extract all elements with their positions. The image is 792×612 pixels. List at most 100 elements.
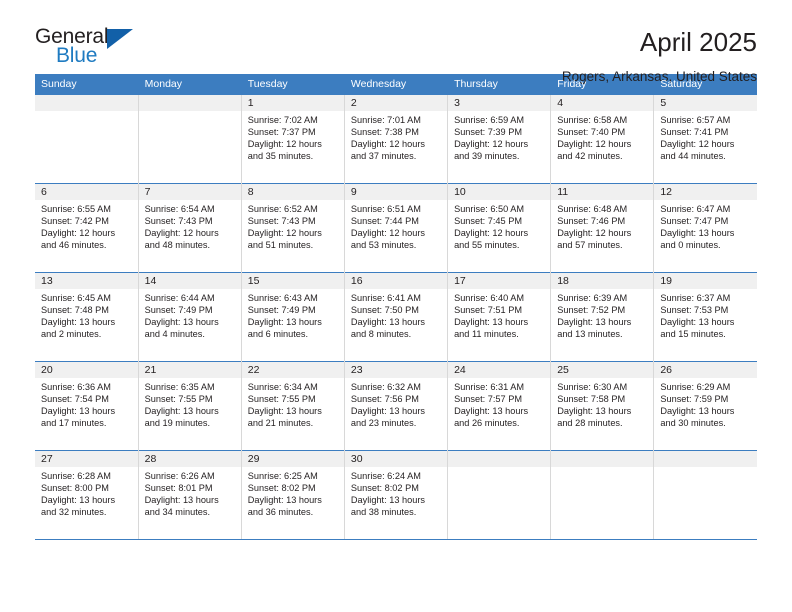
daylight-text-line1: Daylight: 13 hours xyxy=(660,228,735,239)
sunrise-text: Sunrise: 6:43 AM xyxy=(247,293,318,303)
day-number: 18 xyxy=(551,273,654,289)
calendar-day-cell[interactable]: 4 Sunrise: 6:58 AM Sunset: 7:40 PM Daylight… xyxy=(550,94,655,184)
day-details: Sunrise: 6:40 AM Sunset: 7:51 PM Daylight:… xyxy=(448,289,550,340)
sunrise-text: Sunrise: 6:34 AM xyxy=(247,382,318,392)
day-details: Sunrise: 6:34 AM Sunset: 7:55 PM Daylight:… xyxy=(242,378,344,429)
sunset-text: Sunset: 7:59 PM xyxy=(660,394,729,405)
daylight-text-line2: and 35 minutes. xyxy=(247,151,314,162)
sunrise-text: Sunrise: 6:52 AM xyxy=(247,204,318,214)
day-details: Sunrise: 6:26 AM Sunset: 8:01 PM Daylight:… xyxy=(139,467,241,518)
calendar-day-cell[interactable]: 20 Sunrise: 6:36 AM Sunset: 7:54 PM Dayligh… xyxy=(35,361,139,451)
calendar-day-cell[interactable]: 1 Sunrise: 7:02 AM Sunset: 7:37 PM Daylight… xyxy=(241,94,345,184)
calendar-day-cell[interactable]: 26 Sunrise: 6:29 AM Sunset: 7:59 PM Dayligh… xyxy=(653,361,757,451)
day-number: 22 xyxy=(241,362,344,378)
weekday-header-wednesday: Wednesday xyxy=(344,74,449,95)
sunset-text: Sunset: 7:57 PM xyxy=(454,394,522,405)
calendar-day-cell[interactable]: 16 Sunrise: 6:41 AM Sunset: 7:50 PM Dayligh… xyxy=(344,272,449,362)
day-details: Sunrise: 6:48 AM Sunset: 7:46 PM Daylight:… xyxy=(551,200,653,251)
calendar-day-cell[interactable]: 12 Sunrise: 6:47 AM Sunset: 7:47 PM Dayligh… xyxy=(653,183,757,273)
day-details: Sunrise: 6:29 AM Sunset: 7:59 PM Daylight:… xyxy=(654,378,757,429)
calendar-day-cell[interactable]: 25 Sunrise: 6:30 AM Sunset: 7:58 PM Dayligh… xyxy=(550,361,655,451)
daylight-text-line1: Daylight: 13 hours xyxy=(660,317,735,328)
calendar-day-cell-empty xyxy=(35,94,139,184)
sunrise-text: Sunrise: 6:47 AM xyxy=(660,204,731,214)
daylight-text-line2: and 21 minutes. xyxy=(247,418,314,429)
daylight-text-line1: Daylight: 12 hours xyxy=(247,139,322,150)
day-details: Sunrise: 6:31 AM Sunset: 7:57 PM Daylight:… xyxy=(448,378,550,429)
day-number: 1 xyxy=(241,95,344,111)
calendar-day-cell-empty xyxy=(138,94,242,184)
day-details: Sunrise: 6:58 AM Sunset: 7:40 PM Daylight:… xyxy=(551,111,653,162)
daylight-text-line1: Daylight: 13 hours xyxy=(350,495,425,506)
day-details: Sunrise: 6:55 AM Sunset: 7:42 PM Daylight:… xyxy=(35,200,138,251)
sunrise-text: Sunrise: 6:29 AM xyxy=(660,382,731,392)
calendar-day-cell[interactable]: 10 Sunrise: 6:50 AM Sunset: 7:45 PM Dayligh… xyxy=(447,183,552,273)
daylight-text-line1: Daylight: 12 hours xyxy=(454,139,529,150)
day-number: 29 xyxy=(241,451,344,467)
calendar-day-cell[interactable]: 29 Sunrise: 6:25 AM Sunset: 8:02 PM Dayligh… xyxy=(241,450,345,540)
day-number: 14 xyxy=(138,273,241,289)
day-details: Sunrise: 7:01 AM Sunset: 7:38 PM Daylight:… xyxy=(345,111,447,162)
weekday-header-sunday: Sunday xyxy=(35,74,139,95)
day-details: Sunrise: 6:59 AM Sunset: 7:39 PM Daylight:… xyxy=(448,111,550,162)
sunrise-text: Sunrise: 6:48 AM xyxy=(557,204,628,214)
sunset-text: Sunset: 7:54 PM xyxy=(41,394,109,405)
day-number: 17 xyxy=(448,273,551,289)
day-number: 15 xyxy=(241,273,344,289)
calendar-day-cell[interactable]: 13 Sunrise: 6:45 AM Sunset: 7:48 PM Dayligh… xyxy=(35,272,139,362)
sunrise-text: Sunrise: 6:39 AM xyxy=(557,293,628,303)
daylight-text-line1: Daylight: 13 hours xyxy=(247,495,322,506)
daylight-text-line2: and 53 minutes. xyxy=(350,240,417,251)
daylight-text-line1: Daylight: 13 hours xyxy=(144,317,219,328)
calendar-day-cell[interactable]: 5 Sunrise: 6:57 AM Sunset: 7:41 PM Daylight… xyxy=(653,94,757,184)
calendar-day-cell[interactable]: 3 Sunrise: 6:59 AM Sunset: 7:39 PM Daylight… xyxy=(447,94,552,184)
calendar-day-cell[interactable]: 19 Sunrise: 6:37 AM Sunset: 7:53 PM Dayligh… xyxy=(653,272,757,362)
calendar-day-cell[interactable]: 23 Sunrise: 6:32 AM Sunset: 7:56 PM Dayligh… xyxy=(344,361,449,451)
calendar-day-cell[interactable]: 9 Sunrise: 6:51 AM Sunset: 7:44 PM Daylight… xyxy=(344,183,449,273)
calendar-day-cell[interactable]: 18 Sunrise: 6:39 AM Sunset: 7:52 PM Dayligh… xyxy=(550,272,655,362)
sunrise-text: Sunrise: 6:30 AM xyxy=(557,382,628,392)
calendar-day-cell[interactable]: 6 Sunrise: 6:55 AM Sunset: 7:42 PM Daylight… xyxy=(35,183,139,273)
calendar-day-cell[interactable]: 15 Sunrise: 6:43 AM Sunset: 7:49 PM Dayligh… xyxy=(241,272,345,362)
generalblue-logo[interactable]: General Blue xyxy=(35,26,155,72)
calendar-day-cell[interactable]: 11 Sunrise: 6:48 AM Sunset: 7:46 PM Dayligh… xyxy=(550,183,655,273)
daylight-text-line1: Daylight: 13 hours xyxy=(557,317,632,328)
calendar-day-cell[interactable]: 28 Sunrise: 6:26 AM Sunset: 8:01 PM Dayligh… xyxy=(138,450,242,540)
calendar-day-cell[interactable]: 8 Sunrise: 6:52 AM Sunset: 7:43 PM Daylight… xyxy=(241,183,345,273)
day-number: 4 xyxy=(551,95,654,111)
sunset-text: Sunset: 7:39 PM xyxy=(454,127,522,138)
day-details: Sunrise: 6:51 AM Sunset: 7:44 PM Daylight:… xyxy=(345,200,447,251)
calendar-day-cell[interactable]: 14 Sunrise: 6:44 AM Sunset: 7:49 PM Dayligh… xyxy=(138,272,242,362)
day-number: 26 xyxy=(654,362,757,378)
day-details: Sunrise: 6:47 AM Sunset: 7:47 PM Daylight:… xyxy=(654,200,757,251)
sunset-text: Sunset: 7:42 PM xyxy=(41,216,109,227)
calendar-day-cell[interactable]: 27 Sunrise: 6:28 AM Sunset: 8:00 PM Dayligh… xyxy=(35,450,139,540)
sunrise-text: Sunrise: 6:31 AM xyxy=(454,382,525,392)
sunrise-text: Sunrise: 6:57 AM xyxy=(660,115,731,125)
sunset-text: Sunset: 7:45 PM xyxy=(454,216,522,227)
calendar-day-cell[interactable]: 17 Sunrise: 6:40 AM Sunset: 7:51 PM Dayligh… xyxy=(447,272,552,362)
calendar-day-cell[interactable]: 24 Sunrise: 6:31 AM Sunset: 7:57 PM Dayligh… xyxy=(447,361,552,451)
day-number xyxy=(654,451,757,467)
daylight-text-line1: Daylight: 13 hours xyxy=(144,495,219,506)
calendar-week-row: 13 Sunrise: 6:45 AM Sunset: 7:48 PM Dayligh… xyxy=(35,272,757,362)
calendar-day-cell[interactable]: 21 Sunrise: 6:35 AM Sunset: 7:55 PM Dayligh… xyxy=(138,361,242,451)
weekday-header-monday: Monday xyxy=(138,74,242,95)
calendar-day-cell[interactable]: 7 Sunrise: 6:54 AM Sunset: 7:43 PM Daylight… xyxy=(138,183,242,273)
day-details: Sunrise: 6:36 AM Sunset: 7:54 PM Daylight:… xyxy=(35,378,138,429)
day-number: 13 xyxy=(35,273,138,289)
daylight-text-line2: and 39 minutes. xyxy=(454,151,520,162)
daylight-text-line2: and 37 minutes. xyxy=(350,151,417,162)
sunset-text: Sunset: 7:43 PM xyxy=(144,216,213,227)
calendar-day-cell[interactable]: 2 Sunrise: 7:01 AM Sunset: 7:38 PM Daylight… xyxy=(344,94,449,184)
sunset-text: Sunset: 7:48 PM xyxy=(41,305,109,316)
day-number: 28 xyxy=(138,451,241,467)
calendar-day-cell[interactable]: 30 Sunrise: 6:24 AM Sunset: 8:02 PM Dayligh… xyxy=(344,450,449,540)
sunrise-text: Sunrise: 6:51 AM xyxy=(350,204,421,214)
sunrise-text: Sunrise: 6:55 AM xyxy=(41,204,111,214)
day-number: 19 xyxy=(654,273,757,289)
daylight-text-line2: and 11 minutes. xyxy=(454,329,519,340)
calendar-day-cell[interactable]: 22 Sunrise: 6:34 AM Sunset: 7:55 PM Dayligh… xyxy=(241,361,345,451)
sunset-text: Sunset: 7:40 PM xyxy=(557,127,626,138)
sunrise-text: Sunrise: 6:41 AM xyxy=(350,293,421,303)
